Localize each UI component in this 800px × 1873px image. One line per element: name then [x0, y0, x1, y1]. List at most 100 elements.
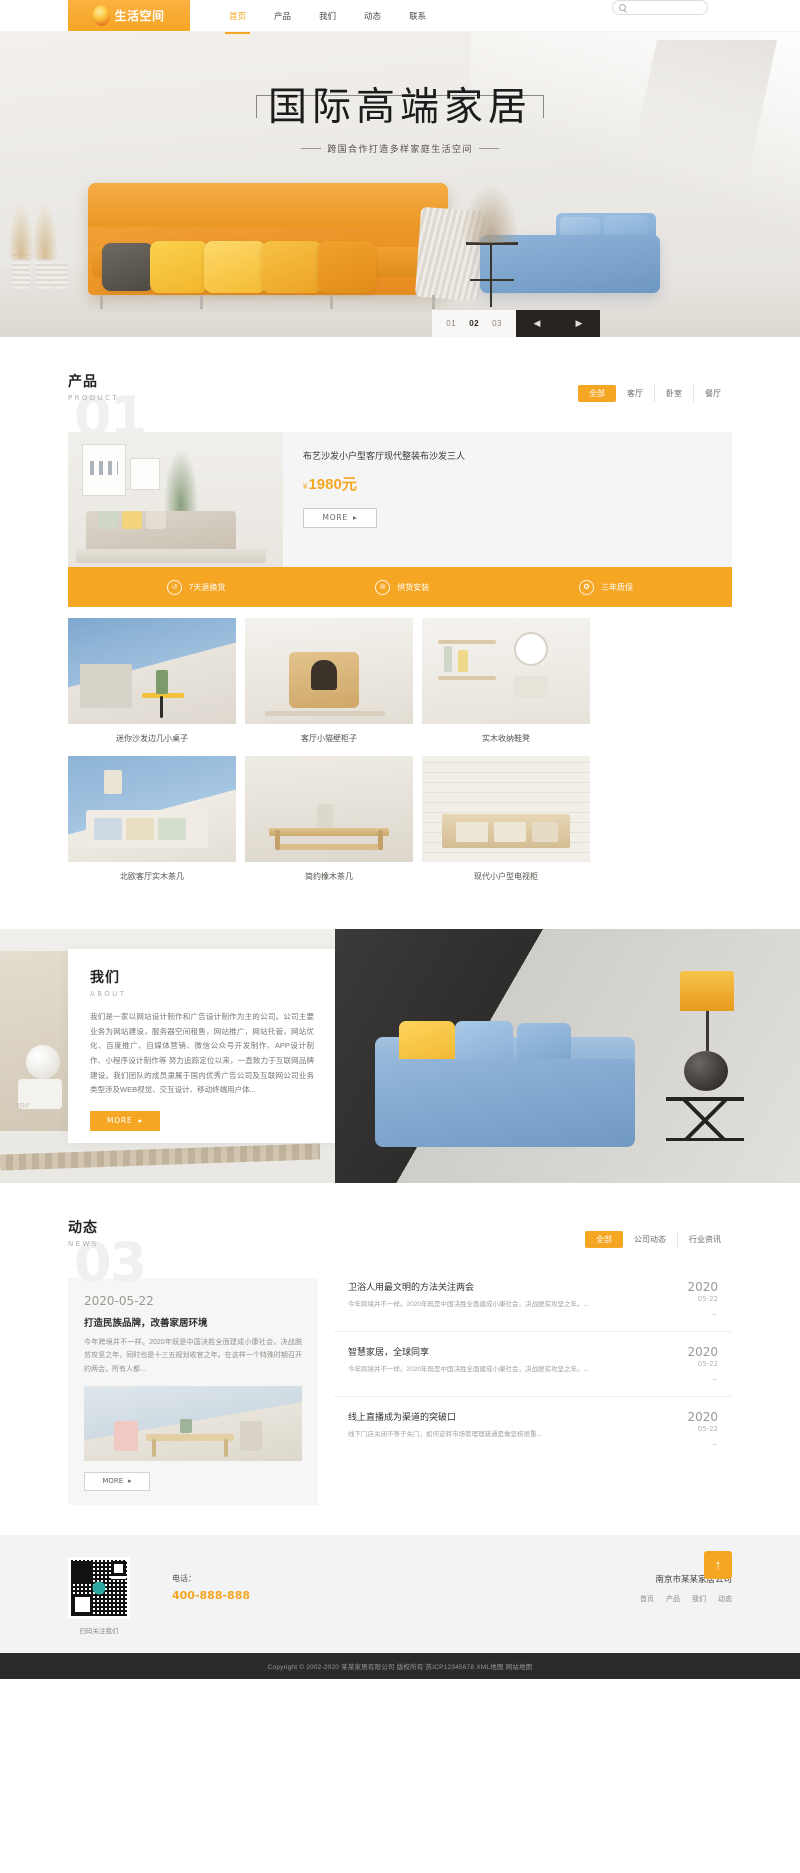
featured-news-title: 打造民族品牌，改善家居环境 — [84, 1318, 208, 1329]
news-item-year: 2020 — [687, 1345, 718, 1359]
product-image — [422, 618, 590, 724]
featured-news-more-button[interactable]: MORE ▸ — [84, 1471, 150, 1491]
wall-art-icon — [130, 458, 160, 490]
qr-code — [68, 1556, 130, 1619]
product-caption: 现代小户型电视柜 — [474, 872, 538, 881]
black-vase-icon — [684, 1051, 728, 1091]
sofa-back — [88, 183, 448, 227]
hero-subtitle: 跨国合作打造多样家庭生活空间 — [327, 143, 473, 154]
news-item-title: 线上直播成为渠道的突破口 — [348, 1412, 457, 1422]
news-list: 卫浴人用最文明的方法关注两会 今年跨境并不一样。2020年既是中国决胜全面建成小… — [334, 1278, 732, 1505]
about-card: 我们 ABOUT 我们是一家以网站设计制作和广告设计制作为主的公司。公司主要业务… — [68, 949, 336, 1143]
blue-sofa-decor — [375, 1059, 635, 1147]
product-tab-all[interactable]: 全部 — [578, 385, 616, 402]
news-tab-company[interactable]: 公司动态 — [623, 1231, 678, 1248]
nav-item-home[interactable]: 首页 — [224, 7, 251, 34]
branches-decor — [462, 185, 518, 243]
service-badge-return: ↺ 7天退换货 — [166, 579, 226, 595]
hero-slider-controls: 01 02 03 ◀ ▶ — [432, 310, 600, 337]
footer-nav-about[interactable]: 我们 — [692, 1594, 706, 1604]
products-title-cn: 产品 — [68, 373, 98, 389]
search-input[interactable] — [630, 4, 701, 11]
search-box[interactable] — [612, 0, 708, 15]
hero-slide-indicators: 01 02 03 — [432, 310, 516, 337]
footer-nav-home[interactable]: 首页 — [640, 1594, 654, 1604]
product-caption: 实木收纳鞋凳 — [482, 734, 530, 743]
side-table-leg — [490, 279, 492, 307]
hero-arrow-group: ◀ ▶ — [516, 310, 600, 337]
side-table-x-legs — [672, 1101, 738, 1139]
hero-prev-arrow-icon[interactable]: ◀ — [516, 310, 558, 337]
back-to-top-button[interactable]: ↑ — [704, 1550, 732, 1579]
qr-corner — [111, 1560, 126, 1576]
news-title-cn: 动态 — [68, 1219, 98, 1235]
more-label: MORE — [102, 1477, 124, 1486]
about-more-button[interactable]: MORE ▸ — [90, 1110, 160, 1131]
pillow-decor — [146, 511, 166, 529]
news-filter-tabs: 全部 公司动态 行业资讯 — [585, 1231, 732, 1248]
news-item-year: 2020 — [687, 1280, 718, 1294]
hero-next-arrow-icon[interactable]: ▶ — [558, 310, 600, 337]
product-card[interactable]: 北欧客厅实木茶几 — [68, 756, 236, 885]
product-card[interactable]: 简约橡木茶几 — [245, 756, 413, 885]
telephone-label: 电话： — [172, 1573, 196, 1583]
about-title-en: ABOUT — [90, 990, 127, 998]
footer-nav: 首页 产品 我们 动态 — [640, 1594, 732, 1604]
news-tab-all[interactable]: 全部 — [585, 1231, 623, 1248]
site-logo[interactable]: 生活空间 — [68, 0, 190, 31]
about-decor-strip — [0, 1143, 321, 1171]
qr-center-logo-icon — [92, 1581, 106, 1595]
hero-plant-left — [8, 203, 70, 289]
nav-item-contact[interactable]: 联系 — [408, 7, 427, 25]
footer-nav-news[interactable]: 动态 — [718, 1594, 732, 1604]
featured-product-price: ¥1980元 — [303, 473, 712, 494]
news-item-monthday: 05-22 — [697, 1360, 718, 1368]
about-decor-text: home — [6, 1099, 30, 1111]
about-section: home 02 我们 ABOUT 我们是一家以网站设计制作和广告设计制作为主的公… — [0, 929, 800, 1183]
main-nav: 首页 产品 我们 动态 联系 — [224, 0, 427, 34]
nav-item-about[interactable]: 我们 — [318, 7, 337, 25]
news-title-en: NEWS — [68, 1240, 99, 1248]
product-card[interactable]: 客厅小猫壁柜子 — [245, 618, 413, 747]
featured-product-image — [68, 432, 283, 567]
news-tab-industry[interactable]: 行业资讯 — [678, 1231, 732, 1248]
wall-art-icon — [82, 444, 126, 496]
product-tab-diningroom[interactable]: 餐厅 — [694, 385, 732, 402]
product-filter-tabs: 全部 客厅 卧室 餐厅 — [578, 385, 732, 402]
product-grid: 迷你沙发边几小桌子 客厅小猫壁柜子 实木收纳鞋凳 北欧客厅实木茶几 简约橡木茶几… — [68, 618, 732, 885]
news-item-title: 智慧家居，全球同享 — [348, 1347, 430, 1357]
hero-slide-01[interactable]: 01 — [446, 319, 456, 328]
logo-sphere-icon — [93, 5, 111, 26]
products-section: 01 产品 PRODUCT 全部 客厅 卧室 餐厅 布艺沙发小户型客厅现代整装布… — [0, 337, 800, 923]
service-label: 供货安装 — [397, 582, 430, 592]
footer-nav-products[interactable]: 产品 — [666, 1594, 680, 1604]
pillow-decor — [122, 511, 142, 529]
product-tab-bedroom[interactable]: 卧室 — [655, 385, 694, 402]
site-header: 生活空间 首页 产品 我们 动态 联系 — [0, 0, 800, 34]
news-list-item[interactable]: 线上直播成为渠道的突破口 线下门店关闭不等于关门，如何逆转市场管理理疏通是做坚核… — [334, 1397, 732, 1461]
hero-text-block: 国际高端家居 跨国合作打造多样家庭生活空间 — [0, 84, 800, 157]
featured-product-card[interactable]: 布艺沙发小户型客厅现代整装布沙发三人 ¥1980元 MORE ▸ ↺ 7天退换货 — [68, 432, 732, 607]
products-header: 01 产品 PRODUCT 全部 客厅 卧室 餐厅 — [68, 337, 732, 444]
news-list-item[interactable]: 卫浴人用最文明的方法关注两会 今年跨境并不一样。2020年既是中国决胜全面建成小… — [334, 1278, 732, 1332]
featured-news-card[interactable]: 2020-05-22 打造民族品牌，改善家居环境 今年跨境并不一样。2020年既… — [68, 1278, 318, 1505]
arrow-right-icon: ▸ — [128, 1477, 132, 1486]
product-tab-livingroom[interactable]: 客厅 — [616, 385, 655, 402]
arrow-right-icon: ▸ — [352, 513, 358, 522]
product-card[interactable]: 迷你沙发边几小桌子 — [68, 618, 236, 747]
nav-item-products[interactable]: 产品 — [273, 7, 292, 25]
logo-text: 生活空间 — [114, 9, 165, 23]
nav-item-news[interactable]: 动态 — [363, 7, 382, 25]
news-list-item[interactable]: 智慧家居，全球同享 今年跨境并不一样。2020年既是中国决胜全面建成小康社会，决… — [334, 1332, 732, 1397]
page-root: 生活空间 首页 产品 我们 动态 联系 国际高端家居 跨国合作打造多样家庭生活空… — [0, 0, 800, 1679]
featured-more-button[interactable]: MORE ▸ — [303, 507, 377, 528]
product-card[interactable]: 现代小户型电视柜 — [422, 756, 590, 885]
hero-slide-03[interactable]: 03 — [492, 319, 502, 328]
more-label: MORE — [106, 1116, 133, 1126]
hero-slide-02[interactable]: 02 — [469, 319, 479, 328]
about-image — [335, 929, 800, 1183]
copyright-bar: Copyright © 2002-2020 某某家居有限公司 版权所有 苏ICP… — [0, 1652, 800, 1679]
telephone-block: 电话： 400-888-888 — [172, 1557, 250, 1602]
service-label: 7天退换货 — [188, 582, 226, 592]
product-card[interactable]: 实木收纳鞋凳 — [422, 618, 590, 747]
